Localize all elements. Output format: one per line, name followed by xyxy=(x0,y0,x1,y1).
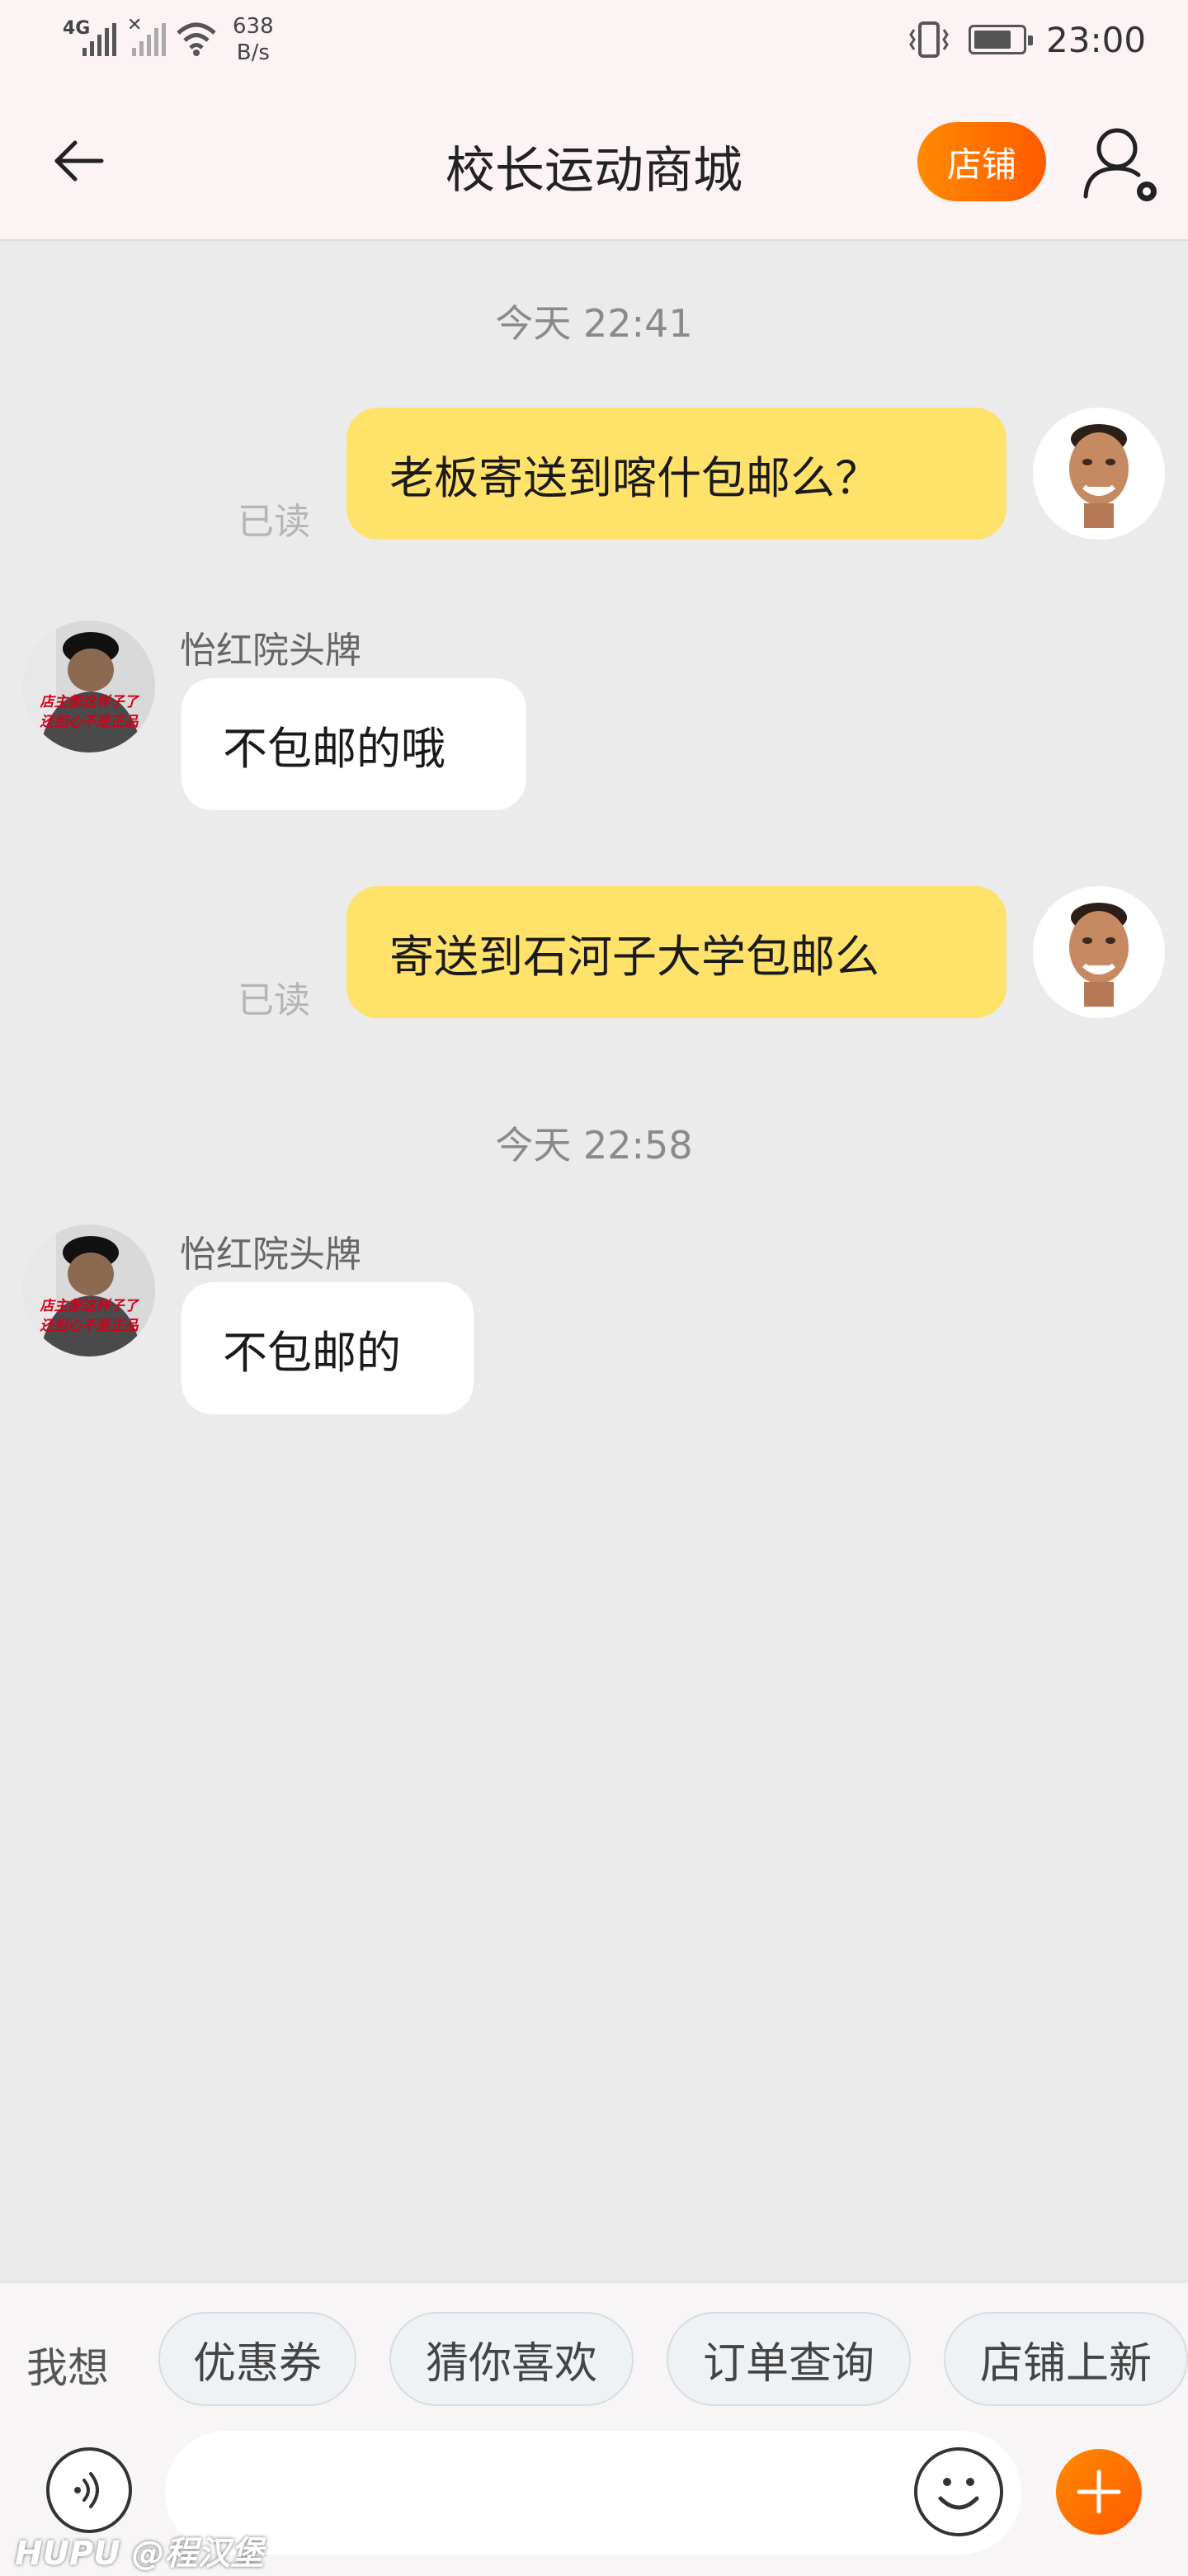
chip-new-arrivals[interactable]: 店铺上新 xyxy=(944,2312,1188,2406)
battery-fill xyxy=(974,31,1011,49)
svg-text:店主都这样子了: 店主都这样子了 xyxy=(40,1298,140,1314)
shop-avatar[interactable]: 店主都这样子了 还担心不是正品 xyxy=(23,620,155,753)
read-receipt: 已读 xyxy=(238,501,310,543)
watermark: HUPU @程汉堡 xyxy=(15,2535,264,2573)
chat-timestamp: 今天 22:58 xyxy=(495,1123,693,1168)
sender-name: 怡红院头牌 xyxy=(180,630,361,672)
outgoing-message[interactable]: 老板寄送到喀什包邮么？ xyxy=(346,408,1006,540)
svg-text:还担心不是正品: 还担心不是正品 xyxy=(40,1318,139,1334)
shop-avatar-image: 店主都这样子了 还担心不是正品 xyxy=(23,1224,155,1356)
network-speed-unit: B/s xyxy=(236,40,270,65)
status-time: 23:00 xyxy=(1046,20,1147,60)
chip-order-query[interactable]: 订单查询 xyxy=(667,2312,911,2406)
shop-avatar-image: 店主都这样子了 还担心不是正品 xyxy=(23,620,155,753)
chip-recommendations[interactable]: 猜你喜欢 xyxy=(389,2312,634,2406)
user-settings-button[interactable] xyxy=(1081,120,1163,206)
svg-text:店主都这样子了: 店主都这样子了 xyxy=(40,694,140,710)
vibrate-icon xyxy=(909,21,949,58)
user-settings-icon xyxy=(1083,128,1157,201)
my-avatar[interactable] xyxy=(1033,886,1165,1018)
my-avatar[interactable] xyxy=(1033,408,1165,540)
svg-text:还担心不是正品: 还担心不是正品 xyxy=(40,714,139,730)
quick-actions-label: 我想 xyxy=(26,2344,109,2392)
outgoing-message[interactable]: 寄送到石河子大学包邮么 xyxy=(346,886,1006,1018)
message-text: 寄送到石河子大学包邮么 xyxy=(389,930,879,983)
message-input[interactable] xyxy=(165,2431,1021,2555)
network-speed-value: 638 xyxy=(233,14,274,39)
emoji-button[interactable] xyxy=(914,2447,1003,2536)
read-receipt: 已读 xyxy=(238,979,310,1021)
no-signal-x: ✕ xyxy=(127,15,143,35)
incoming-message[interactable]: 不包邮的 xyxy=(182,1282,474,1414)
voice-icon xyxy=(74,2472,99,2508)
shop-button[interactable]: 店铺 xyxy=(917,122,1046,201)
more-button[interactable] xyxy=(1056,2449,1142,2535)
cellular-signal-icon xyxy=(82,23,116,56)
player-avatar-image xyxy=(1033,408,1165,540)
voice-button[interactable] xyxy=(46,2447,132,2533)
player-avatar-image xyxy=(1033,886,1165,1018)
network-speed: 638 B/s xyxy=(233,13,274,66)
chat-timestamp: 今天 22:41 xyxy=(495,301,693,346)
message-text: 不包邮的 xyxy=(223,1326,401,1379)
message-text: 不包邮的哦 xyxy=(223,722,446,775)
plus-icon xyxy=(1077,2470,1121,2514)
battery-nub xyxy=(1028,35,1033,45)
emoji-icon xyxy=(938,2478,979,2510)
wifi-icon xyxy=(177,22,216,56)
message-text: 老板寄送到喀什包邮么？ xyxy=(389,451,879,504)
chip-coupons[interactable]: 优惠券 xyxy=(158,2312,356,2406)
sender-name: 怡红院头牌 xyxy=(180,1234,361,1276)
shop-avatar[interactable]: 店主都这样子了 还担心不是正品 xyxy=(23,1224,155,1356)
battery-icon xyxy=(969,25,1033,54)
incoming-message[interactable]: 不包邮的哦 xyxy=(182,678,526,810)
